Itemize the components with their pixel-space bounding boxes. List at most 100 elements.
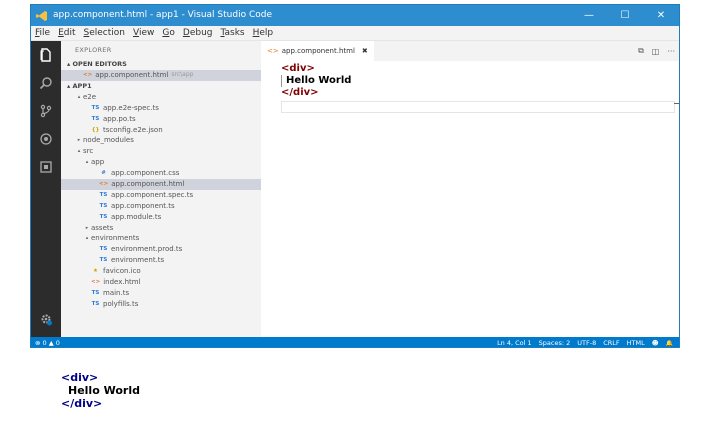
- tree-folder[interactable]: ▴ src: [61, 146, 261, 157]
- code-line-2: Hello World: [281, 75, 351, 87]
- menu-help[interactable]: Help: [249, 26, 278, 41]
- code-content[interactable]: <div> Hello World </div>: [281, 63, 351, 99]
- menu-tasks[interactable]: Tasks: [216, 26, 248, 41]
- json-file-icon: {}: [91, 126, 100, 133]
- explorer-header: EXPLORER: [75, 46, 112, 54]
- menu-edit[interactable]: Edit: [54, 26, 79, 41]
- more-actions-icon[interactable]: ···: [667, 47, 675, 56]
- indentation[interactable]: Spaces: 2: [539, 339, 571, 347]
- source-control-icon[interactable]: [31, 97, 61, 125]
- tree-file[interactable]: TS polyfills.ts: [61, 299, 261, 310]
- cursor-position[interactable]: Ln 4, Col 1: [497, 339, 532, 347]
- tree-folder[interactable]: ▴ e2e: [61, 92, 261, 103]
- tree-folder[interactable]: ▴ app: [61, 157, 261, 168]
- chevron-right-icon: ▸: [77, 137, 81, 144]
- debug-icon[interactable]: [31, 125, 61, 153]
- typescript-file-icon: TS: [99, 202, 108, 209]
- typescript-file-icon: TS: [99, 191, 108, 198]
- tree-folder[interactable]: ▸ node_modules: [61, 135, 261, 146]
- menu-view[interactable]: View: [129, 26, 158, 41]
- window-title: app.component.html - app1 - Visual Studi…: [53, 10, 272, 20]
- tree-item-label: app: [91, 158, 105, 167]
- tree-item-label: app.po.ts: [103, 114, 136, 123]
- encoding[interactable]: UTF-8: [577, 339, 596, 347]
- tree-item-label: index.html: [103, 278, 141, 287]
- problems-indicator[interactable]: ⊗ 0 ▲ 0: [35, 339, 60, 347]
- vscode-logo-icon: [35, 9, 49, 23]
- tree-item-label: environment.prod.ts: [111, 245, 183, 254]
- tree-file[interactable]: TS app.module.ts: [61, 212, 261, 223]
- code-preview: <div> Hello World </div>: [61, 371, 140, 410]
- project-section[interactable]: ▴ APP1: [61, 81, 261, 92]
- tree-item-label: favicon.ico: [103, 267, 141, 276]
- chevron-down-icon: ▴: [77, 93, 81, 100]
- tree-item-label: app.module.ts: [111, 212, 162, 221]
- tree-file[interactable]: TS environment.prod.ts: [61, 244, 261, 255]
- open-editor-path: src\app: [171, 71, 194, 78]
- tree-file[interactable]: <> index.html: [61, 277, 261, 288]
- chevron-down-icon: ▴: [85, 159, 89, 166]
- tree-item-label: app.component.ts: [111, 201, 175, 210]
- tree-file[interactable]: ★ favicon.ico: [61, 266, 261, 277]
- preview-line-1: <div>: [61, 371, 99, 384]
- preview-line-3: </div>: [61, 397, 103, 410]
- extensions-icon[interactable]: [31, 153, 61, 181]
- split-editor-icon[interactable]: ◫: [652, 47, 660, 56]
- tree-file[interactable]: <> app.component.html: [61, 179, 261, 190]
- menu-bar: File Edit Selection View Go Debug Tasks …: [31, 26, 679, 41]
- search-icon[interactable]: [31, 69, 61, 97]
- editor-actions: ⧉ ◫ ···: [638, 41, 675, 61]
- preview-line-2: Hello World: [68, 384, 140, 397]
- html-file-icon: <>: [267, 47, 279, 55]
- tree-file[interactable]: {} tsconfig.e2e.json: [61, 125, 261, 136]
- tree-file[interactable]: # app.component.css: [61, 168, 261, 179]
- html-file-icon: <>: [99, 181, 109, 188]
- typescript-file-icon: TS: [91, 300, 100, 307]
- open-preview-icon[interactable]: ⧉: [638, 46, 644, 56]
- html-file-icon: <>: [83, 72, 93, 78]
- open-editor-filename: app.component.html: [95, 71, 169, 79]
- favicon-icon: ★: [93, 268, 98, 275]
- tree-item-label: environments: [91, 234, 140, 243]
- menu-debug[interactable]: Debug: [179, 26, 217, 41]
- feedback-icon[interactable]: ☻: [652, 339, 659, 347]
- language-mode[interactable]: HTML: [627, 339, 645, 347]
- typescript-file-icon: TS: [99, 246, 108, 253]
- files-icon[interactable]: [31, 41, 61, 69]
- tab-close-icon[interactable]: ✖: [362, 47, 368, 55]
- current-line-highlight: [281, 101, 675, 113]
- settings-gear-icon[interactable]: [31, 305, 61, 333]
- status-bar: ⊗ 0 ▲ 0 Ln 4, Col 1 Spaces: 2 UTF-8 CRLF…: [31, 337, 679, 347]
- vscode-window: app.component.html - app1 - Visual Studi…: [30, 4, 680, 348]
- html-file-icon: <>: [91, 279, 101, 286]
- tree-file[interactable]: TS app.component.spec.ts: [61, 190, 261, 201]
- chevron-right-icon: ▸: [85, 224, 89, 231]
- tab-app-component-html[interactable]: <> app.component.html ✖: [261, 41, 374, 61]
- tree-item-label: tsconfig.e2e.json: [103, 125, 163, 134]
- tree-file[interactable]: TS app.component.ts: [61, 201, 261, 212]
- minimize-button[interactable]: —: [571, 5, 607, 26]
- bell-icon[interactable]: 🔔: [666, 340, 673, 347]
- tree-folder[interactable]: ▸ assets: [61, 223, 261, 234]
- title-bar: app.component.html - app1 - Visual Studi…: [31, 5, 679, 26]
- open-editor-item[interactable]: <> app.component.html src\app: [61, 70, 261, 81]
- menu-selection[interactable]: Selection: [80, 26, 129, 41]
- menu-go[interactable]: Go: [158, 26, 179, 41]
- menu-file[interactable]: File: [31, 26, 54, 41]
- tree-file[interactable]: TS app.e2e-spec.ts: [61, 103, 261, 114]
- tree-item-label: src: [83, 147, 94, 156]
- tree-file[interactable]: TS environment.ts: [61, 255, 261, 266]
- typescript-file-icon: TS: [99, 257, 108, 264]
- tab-label: app.component.html: [281, 47, 355, 55]
- tree-folder[interactable]: ▴ environments: [61, 233, 261, 244]
- tree-file[interactable]: TS main.ts: [61, 288, 261, 299]
- code-line-1: <div>: [281, 63, 315, 74]
- chevron-down-icon: ▴: [85, 235, 89, 242]
- open-editors-section[interactable]: ▴ OPEN EDITORS: [61, 59, 261, 70]
- line-endings[interactable]: CRLF: [603, 339, 619, 347]
- tree-item-label: app.component.html: [111, 180, 185, 189]
- activity-bar: [31, 41, 61, 337]
- tree-file[interactable]: TS app.po.ts: [61, 114, 261, 125]
- maximize-button[interactable]: ☐: [607, 5, 643, 26]
- close-button[interactable]: ✕: [643, 5, 679, 26]
